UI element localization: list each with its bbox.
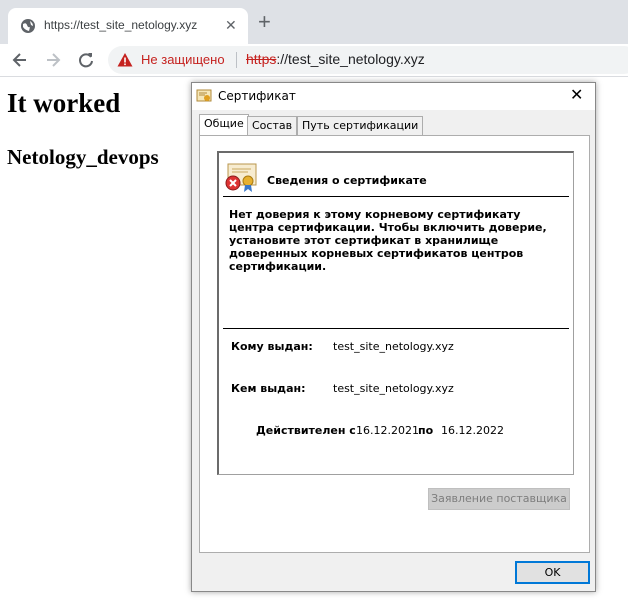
dialog-title: Сертификат: [218, 89, 296, 103]
browser-tab[interactable]: https://test_site_netology.xyz ✕: [8, 8, 248, 44]
valid-to-label: по: [418, 424, 434, 437]
valid-from-label: Действителен с: [256, 424, 356, 437]
url-scheme: https: [246, 51, 277, 67]
address-separator: [236, 52, 237, 68]
valid-to-value: 16.12.2022: [441, 424, 504, 437]
certificate-info-box: Сведения о сертификате Нет доверия к это…: [217, 151, 574, 475]
issued-to-label: Кому выдан:: [231, 340, 313, 353]
not-secure-label[interactable]: Не защищено: [141, 52, 225, 67]
dialog-close-icon[interactable]: ✕: [570, 87, 583, 103]
new-tab-button[interactable]: +: [258, 11, 271, 33]
issued-by-label: Кем выдан:: [231, 382, 306, 395]
browser-toolbar: Не защищено https://test_site_netology.x…: [0, 44, 628, 77]
divider: [223, 196, 569, 197]
tab-close-icon[interactable]: ✕: [225, 17, 237, 33]
trust-warning-text: Нет доверия к этому корневому сертификат…: [229, 208, 547, 273]
back-icon[interactable]: [10, 50, 30, 70]
globe-icon: [21, 19, 35, 33]
tab-certification-path[interactable]: Путь сертификации: [297, 116, 424, 137]
certificate-icon: [196, 89, 212, 102]
issued-to-value: test_site_netology.xyz: [333, 340, 454, 353]
address-bar[interactable]: Не защищено https://test_site_netology.x…: [108, 46, 628, 74]
reload-icon[interactable]: [76, 50, 96, 70]
page-heading: It worked: [7, 88, 121, 118]
url-text[interactable]: https://test_site_netology.xyz: [246, 51, 425, 67]
untrusted-certificate-icon: [225, 163, 257, 192]
issuer-statement-button[interactable]: Заявление поставщика: [428, 488, 570, 510]
valid-from-value: 16.12.2021: [356, 424, 419, 437]
forward-icon[interactable]: [43, 50, 63, 70]
ok-button[interactable]: OK: [515, 561, 590, 584]
issued-by-value: test_site_netology.xyz: [333, 382, 454, 395]
dialog-titlebar[interactable]: Сертификат ✕: [192, 83, 595, 110]
info-heading: Сведения о сертификате: [267, 174, 427, 187]
page-subheading: Netology_devops: [7, 145, 159, 169]
tab-title: https://test_site_netology.xyz: [44, 18, 198, 32]
certificate-dialog: Сертификат ✕ Общие Состав Путь сертифика…: [191, 82, 596, 592]
browser-tab-strip: https://test_site_netology.xyz ✕ +: [0, 0, 628, 44]
divider: [223, 328, 569, 329]
warning-icon[interactable]: [117, 52, 133, 68]
tab-details[interactable]: Состав: [247, 116, 298, 137]
url-host: ://test_site_netology.xyz: [276, 51, 425, 67]
